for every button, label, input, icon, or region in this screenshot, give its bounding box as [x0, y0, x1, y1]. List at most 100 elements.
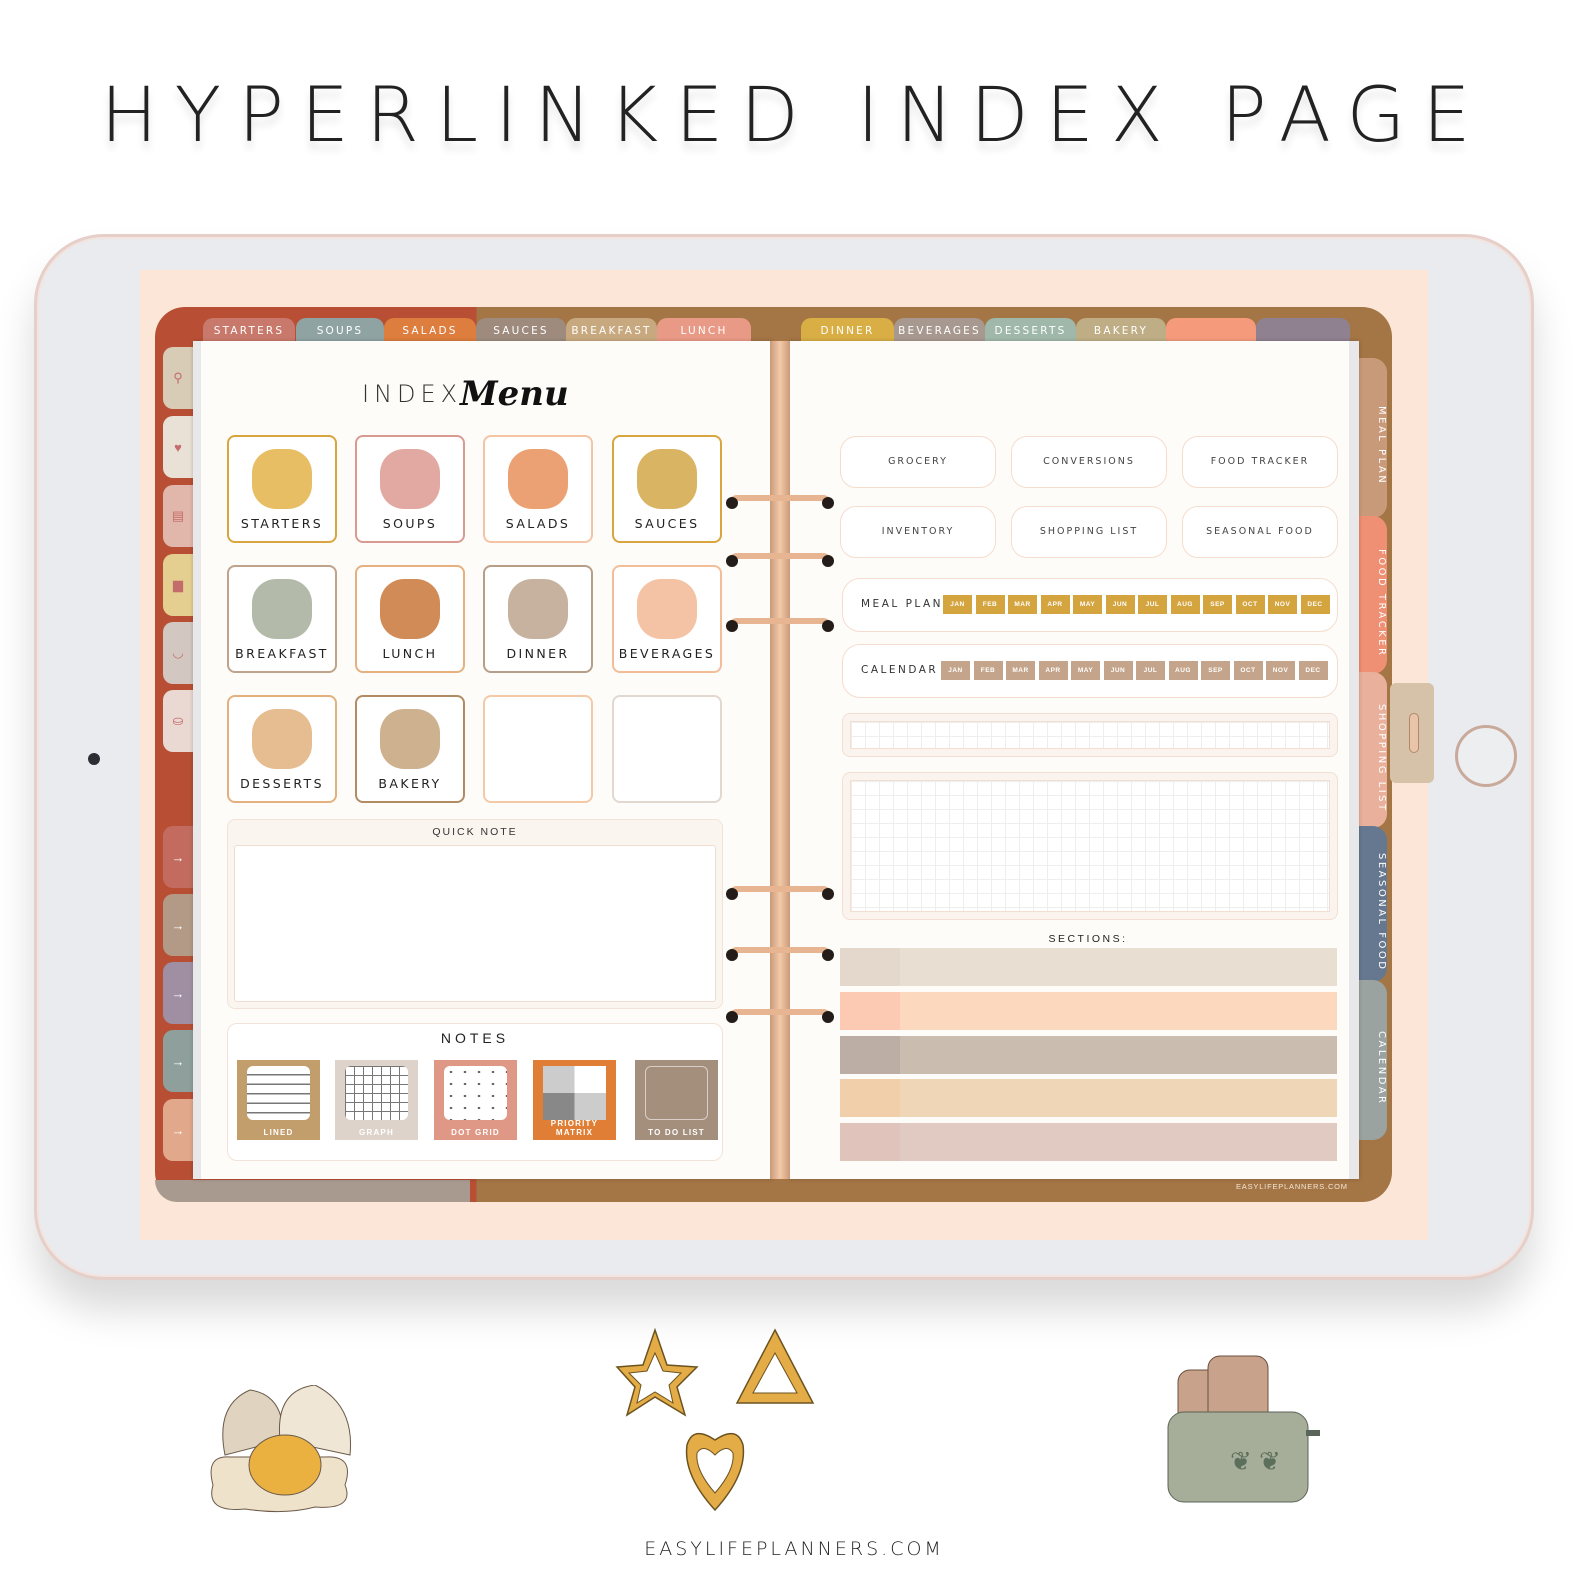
calendar-month-oct[interactable]: OCT: [1233, 661, 1263, 680]
note-template-graph[interactable]: GRAPH: [335, 1060, 418, 1140]
note-template-lined[interactable]: LINED: [237, 1060, 320, 1140]
category-salads[interactable]: SALADS: [483, 435, 593, 543]
camera-icon: [88, 753, 100, 765]
quick-note-input[interactable]: [234, 845, 716, 1002]
meal-plan-month-apr[interactable]: APR: [1040, 595, 1070, 614]
category-empty-10[interactable]: [483, 695, 593, 803]
calendar-month-feb[interactable]: FEB: [973, 661, 1003, 680]
meal-plan-month-sep[interactable]: SEP: [1203, 595, 1232, 614]
link-grocery[interactable]: GROCERY: [840, 436, 996, 488]
grid-strip-area[interactable]: [850, 721, 1330, 749]
note-template-to-do-list[interactable]: TO DO LIST: [635, 1060, 718, 1140]
left-side-tab-3[interactable]: ▆: [163, 554, 193, 616]
link-inventory[interactable]: INVENTORY: [840, 506, 996, 558]
category-bakery[interactable]: BAKERY: [355, 695, 465, 803]
binder-ring: [726, 553, 834, 571]
section-bar[interactable]: [840, 948, 1337, 986]
calendar-month-dec[interactable]: DEC: [1298, 661, 1328, 680]
left-side-tab-2[interactable]: ▤: [163, 485, 193, 547]
note-template-dot-grid[interactable]: DOT GRID: [434, 1060, 517, 1140]
arrow-right-icon: →: [171, 1053, 185, 1069]
section-swatch: [840, 1079, 900, 1117]
category-label: SOUPS: [382, 516, 438, 531]
category-lunch[interactable]: LUNCH: [355, 565, 465, 673]
link-seasonal-food[interactable]: SEASONAL FOOD: [1182, 506, 1338, 558]
section-bar[interactable]: [840, 1036, 1337, 1074]
category-desserts[interactable]: DESSERTS: [227, 695, 337, 803]
category-label: SAUCES: [634, 516, 700, 531]
category-soups[interactable]: SOUPS: [355, 435, 465, 543]
calendar-month-aug[interactable]: AUG: [1168, 661, 1198, 680]
calendar-month-nov[interactable]: NOV: [1266, 661, 1295, 680]
left-side-tab-7[interactable]: →: [163, 894, 193, 956]
left-side-tab-0[interactable]: ⚲: [163, 347, 193, 409]
meal-plan-month-may[interactable]: MAY: [1073, 595, 1102, 614]
section-swatch: [840, 948, 900, 986]
category-dinner[interactable]: DINNER: [483, 565, 593, 673]
note-template-priority-matrix[interactable]: PRIORITY MATRIX: [533, 1060, 616, 1140]
category-breakfast[interactable]: BREAKFAST: [227, 565, 337, 673]
calendar-month-jul[interactable]: JUL: [1136, 661, 1165, 680]
meal-plan-month-feb[interactable]: FEB: [975, 595, 1005, 614]
croissant-icon: [380, 709, 440, 769]
left-side-tab-1[interactable]: ♥: [163, 416, 193, 478]
cloche-icon: [508, 579, 568, 639]
right-side-tab-meal-plan[interactable]: MEAL PLAN: [1357, 358, 1387, 518]
cracked-egg-icon: [210, 1385, 352, 1513]
todo-list-icon: [645, 1066, 708, 1120]
dot-grid-icon: [444, 1066, 507, 1120]
left-side-tab-9[interactable]: →: [163, 1030, 193, 1092]
arrow-right-icon: →: [171, 985, 185, 1001]
link-shopping-list[interactable]: SHOPPING LIST: [1011, 506, 1167, 558]
home-button[interactable]: [1455, 725, 1517, 787]
category-sauces[interactable]: SAUCES: [612, 435, 722, 543]
calendar-month-jun[interactable]: JUN: [1103, 661, 1133, 680]
category-empty-11[interactable]: [612, 695, 722, 803]
calendar-month-mar[interactable]: MAR: [1006, 661, 1035, 680]
section-bar[interactable]: [840, 1123, 1337, 1161]
right-side-tab-calendar[interactable]: CALENDAR: [1357, 980, 1387, 1140]
category-beverages[interactable]: BEVERAGES: [612, 565, 722, 673]
left-side-tab-6[interactable]: →: [163, 826, 193, 888]
section-bar[interactable]: [840, 1079, 1337, 1117]
link-food-tracker[interactable]: FOOD TRACKER: [1182, 436, 1338, 488]
meal-plan-month-nov[interactable]: NOV: [1268, 595, 1297, 614]
index-title-script: Menu: [460, 374, 569, 414]
lined-paper-icon: [247, 1066, 310, 1120]
wine-glass-icon: [637, 579, 697, 639]
calendar-month-sep[interactable]: SEP: [1201, 661, 1230, 680]
note-template-label: GRAPH: [359, 1128, 394, 1137]
meal-plan-month-oct[interactable]: OCT: [1235, 595, 1265, 614]
link-conversions[interactable]: CONVERSIONS: [1011, 436, 1167, 488]
meal-plan-month-jan[interactable]: JAN: [943, 595, 972, 614]
notebook-icon: ▤: [171, 508, 185, 523]
section-bar[interactable]: [840, 992, 1337, 1030]
sections-title: SECTIONS:: [1048, 933, 1128, 945]
calendar-month-may[interactable]: MAY: [1071, 661, 1100, 680]
right-side-tab-food-tracker[interactable]: FOOD TRACKER: [1357, 516, 1387, 674]
meal-plan-month-jul[interactable]: JUL: [1138, 595, 1167, 614]
grid-notes: [842, 772, 1338, 920]
calendar-row: CALENDAR JAN FEB MAR APR MAY JUN JUL AUG SEP OCT N…: [842, 644, 1338, 698]
left-side-tab-5[interactable]: ⛀: [163, 690, 193, 752]
right-side-tab-shopping-list[interactable]: SHOPPING LIST: [1357, 672, 1387, 828]
category-starters[interactable]: STARTERS: [227, 435, 337, 543]
right-side-tab-seasonal-food[interactable]: SEASONAL FOOD: [1357, 826, 1387, 982]
priority-matrix-icon: [543, 1066, 606, 1120]
left-side-tab-8[interactable]: →: [163, 962, 193, 1024]
category-label: LUNCH: [382, 646, 438, 661]
left-side-tab-4[interactable]: ◡: [163, 622, 193, 684]
calendar-month-jan[interactable]: JAN: [941, 661, 970, 680]
toaster-icon: ❦ ❦: [1167, 1355, 1320, 1503]
section-swatch: [840, 1036, 900, 1074]
meal-plan-month-aug[interactable]: AUG: [1170, 595, 1200, 614]
meal-plan-month-jun[interactable]: JUN: [1105, 595, 1135, 614]
binder-ring: [726, 495, 834, 513]
calendar-label: CALENDAR: [861, 664, 939, 676]
meal-plan-month-mar[interactable]: MAR: [1008, 595, 1037, 614]
grid-notes-area[interactable]: [850, 780, 1330, 912]
oil-bottle-icon: [637, 449, 697, 509]
calendar-month-apr[interactable]: APR: [1038, 661, 1068, 680]
left-side-tab-10[interactable]: →: [163, 1099, 193, 1161]
meal-plan-month-dec[interactable]: DEC: [1300, 595, 1330, 614]
